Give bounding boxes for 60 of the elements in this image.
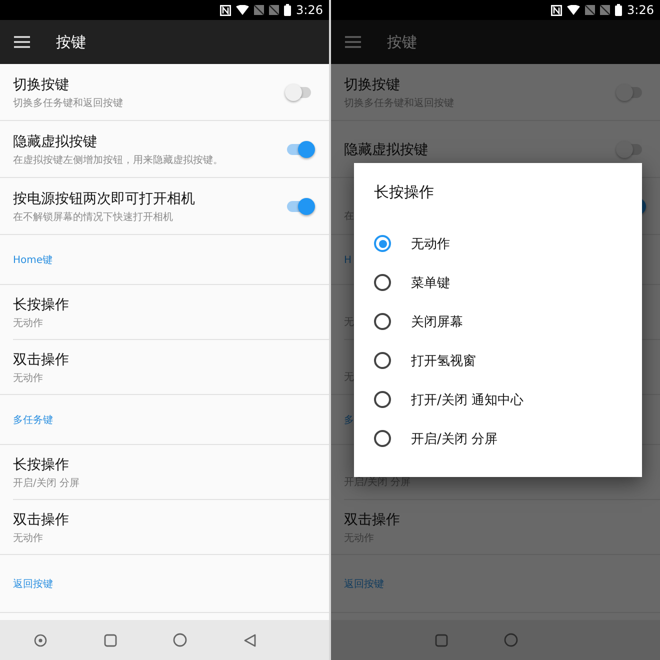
setting-title[interactable]: 长按操作	[13, 456, 69, 474]
nfc-icon	[220, 4, 232, 16]
option-label[interactable]: 无动作	[411, 234, 450, 252]
menu-icon[interactable]	[14, 36, 30, 48]
option-label[interactable]: 开启/关闭 分屏	[411, 430, 498, 448]
wifi-icon	[236, 5, 250, 15]
status-time: 3:26	[627, 3, 654, 17]
setting-title: 隐藏虚拟按键	[13, 132, 97, 150]
setting-subtitle: 切换多任务键和返回按键	[13, 96, 123, 110]
dialog-title: 长按操作	[374, 183, 435, 202]
toggle-switch[interactable]	[618, 144, 642, 155]
section-header: Home键	[13, 254, 53, 267]
section-header: 返回按键	[13, 578, 53, 591]
setting-title: 切换按键	[13, 76, 69, 94]
radio-button[interactable]	[374, 391, 391, 408]
radio-button[interactable]	[374, 274, 391, 291]
toggle-switch[interactable]	[287, 87, 311, 98]
no-sim-icon	[585, 5, 596, 15]
setting-title[interactable]: 双击操作	[13, 510, 69, 528]
option-label[interactable]: 菜单键	[411, 274, 450, 292]
radio-button[interactable]	[374, 430, 391, 447]
section-header: 多	[344, 414, 354, 427]
toggle-switch[interactable]	[618, 87, 642, 98]
app-title: 按键	[56, 32, 86, 52]
section-header: H	[344, 254, 352, 266]
setting-subtitle: 无动作	[13, 372, 43, 384]
section-header: 多任务键	[13, 414, 53, 427]
circle-icon[interactable]	[173, 633, 187, 647]
app-title: 按键	[387, 32, 417, 52]
radio-button[interactable]	[374, 313, 391, 330]
circle-icon[interactable]	[504, 633, 518, 647]
nfc-icon	[551, 4, 562, 16]
no-sim-icon	[269, 5, 280, 15]
wifi-icon	[567, 5, 580, 15]
radio-button[interactable]	[374, 352, 391, 369]
option-label[interactable]: 打开/关闭 通知中心	[411, 390, 524, 408]
setting-title: 按电源按钮两次即可打开相机	[13, 190, 195, 208]
no-sim-icon	[600, 5, 610, 15]
back-icon[interactable]	[244, 634, 256, 646]
setting-subtitle: 无动作	[13, 316, 43, 330]
radio-button[interactable]	[374, 235, 391, 252]
setting-title: 切换按键	[344, 76, 400, 94]
setting-title[interactable]: 双击操作	[344, 510, 400, 528]
square-icon[interactable]	[104, 634, 116, 646]
setting-title: 隐藏虚拟按键	[344, 140, 428, 158]
setting-title[interactable]: 双击操作	[13, 350, 69, 368]
setting-subtitle: 开启/关闭 分屏	[13, 476, 80, 490]
square-icon[interactable]	[434, 634, 448, 646]
option-label[interactable]: 关闭屏幕	[411, 312, 463, 330]
setting-subtitle: 在虚拟按键左侧增加按钮，用来隐藏虚拟按键。	[13, 154, 223, 166]
option-label[interactable]: 打开氢视窗	[411, 352, 476, 370]
status-time: 3:26	[296, 3, 323, 17]
section-header: 返回按键	[344, 578, 384, 591]
setting-subtitle: 在不解锁屏幕的情况下快速打开相机	[13, 210, 173, 224]
battery-icon	[284, 4, 292, 16]
circle-dot-icon[interactable]	[34, 634, 46, 646]
no-sim-icon	[254, 5, 264, 15]
setting-title[interactable]: 长按操作	[13, 296, 69, 314]
setting-subtitle: 无动作	[13, 532, 43, 544]
battery-icon	[615, 4, 622, 16]
